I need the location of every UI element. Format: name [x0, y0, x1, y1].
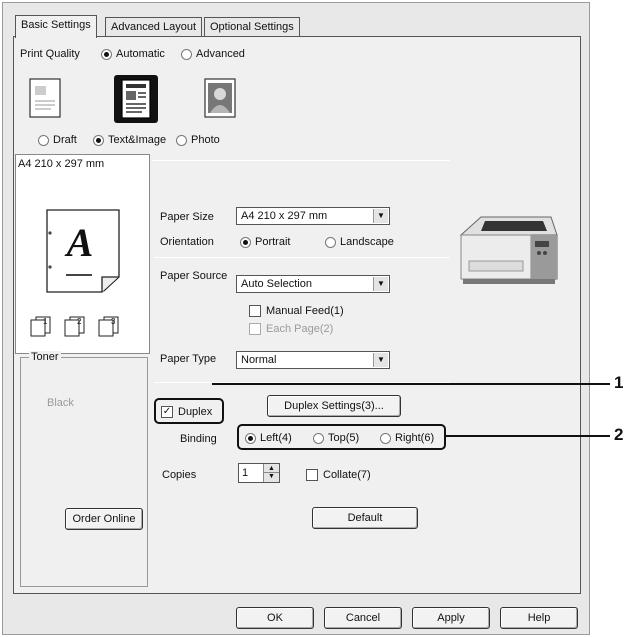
landscape-label: Landscape: [340, 236, 394, 248]
binding-left-radio[interactable]: [245, 433, 256, 444]
text-image-radio[interactable]: [93, 135, 104, 146]
paper-type-select[interactable]: Normal ▼: [236, 351, 390, 369]
tab-optional-settings[interactable]: Optional Settings: [204, 17, 300, 37]
page-order-number: 3: [111, 317, 116, 326]
paper-size-select[interactable]: A4 210 x 297 mm ▼: [236, 207, 390, 225]
binding-label: Binding: [180, 433, 217, 445]
copies-value: 1: [242, 467, 249, 479]
landscape-radio[interactable]: [325, 237, 336, 248]
toner-group: Toner Black Order Online: [20, 351, 148, 587]
duplex-callout: [154, 398, 224, 424]
page-order-icon: 1: [28, 315, 54, 340]
portrait-radio[interactable]: [240, 237, 251, 248]
spinner[interactable]: ▲ ▼: [263, 464, 279, 482]
page-order-icon: 3: [96, 315, 122, 340]
help-button[interactable]: Help: [500, 607, 578, 629]
manual-feed-checkbox[interactable]: [249, 305, 261, 317]
manual-feed-label: Manual Feed(1): [266, 305, 344, 317]
apply-button[interactable]: Apply: [412, 607, 490, 629]
page-order-number: 2: [77, 317, 82, 326]
paper-size-value: A4 210 x 297 mm: [241, 210, 328, 222]
advanced-label: Advanced: [196, 48, 245, 60]
chevron-up-icon[interactable]: ▲: [264, 464, 279, 473]
automatic-label: Automatic: [116, 48, 165, 60]
paper-size-label: Paper Size: [160, 211, 214, 223]
chevron-down-icon[interactable]: ▼: [373, 277, 388, 291]
paper-source-select[interactable]: Auto Selection ▼: [236, 275, 390, 293]
paper-type-value: Normal: [241, 354, 277, 366]
draft-icon[interactable]: [26, 77, 66, 121]
printer-icon: [451, 207, 563, 289]
each-page-label: Each Page(2): [266, 323, 334, 335]
portrait-label: Portrait: [255, 236, 291, 248]
callout-number-2: 2: [614, 425, 624, 444]
collate-checkbox[interactable]: [306, 469, 318, 481]
binding-top-radio[interactable]: [313, 433, 324, 444]
toner-color-label: Black: [47, 397, 74, 409]
divider: [154, 257, 450, 258]
preview-letter: A: [66, 220, 94, 265]
chevron-down-icon[interactable]: ▼: [264, 473, 279, 481]
binding-right-radio[interactable]: [380, 433, 391, 444]
photo-radio[interactable]: [176, 135, 187, 146]
divider: [152, 160, 450, 161]
copies-label: Copies: [162, 469, 197, 481]
callout-number-1: 1: [614, 373, 624, 392]
text-image-icon[interactable]: [114, 75, 158, 123]
binding-left-label: Left(4): [260, 432, 292, 444]
binding-right-label: Right(6): [395, 432, 435, 444]
text-image-label: Text&Image: [108, 134, 167, 146]
collate-label: Collate(7): [323, 469, 371, 481]
page-order-icons: 1 2 3: [28, 315, 148, 339]
callout-line-2: [445, 435, 610, 437]
ok-button[interactable]: OK: [236, 607, 314, 629]
photo-label: Photo: [191, 134, 220, 146]
paper-source-value: Auto Selection: [241, 278, 312, 290]
chevron-down-icon[interactable]: ▼: [373, 209, 388, 223]
toner-legend: Toner: [29, 351, 61, 363]
advanced-radio[interactable]: [181, 49, 192, 60]
page-order-number: 1: [43, 317, 48, 326]
page-preview: A4 210 x 297 mm A 1 2 3: [15, 154, 150, 354]
printer-properties-window: Basic Settings Advanced Layout Optional …: [2, 2, 590, 635]
duplex-settings-button[interactable]: Duplex Settings(3)...: [267, 395, 401, 417]
preview-size-label: A4 210 x 297 mm: [18, 158, 105, 170]
draft-label: Draft: [53, 134, 77, 146]
automatic-radio[interactable]: [101, 49, 112, 60]
orientation-label: Orientation: [160, 236, 214, 248]
draft-radio[interactable]: [38, 135, 49, 146]
default-button[interactable]: Default: [312, 507, 418, 529]
chevron-down-icon[interactable]: ▼: [373, 353, 388, 367]
paper-source-label: Paper Source: [160, 270, 228, 282]
callout-line-1: [212, 383, 610, 385]
basic-settings-panel: Print Quality Automatic Advanced Draft T…: [13, 36, 581, 594]
cancel-button[interactable]: Cancel: [324, 607, 402, 629]
tab-basic-settings[interactable]: Basic Settings: [15, 15, 97, 38]
paper-type-label: Paper Type: [160, 353, 217, 365]
order-online-button[interactable]: Order Online: [65, 508, 143, 530]
binding-top-label: Top(5): [328, 432, 360, 444]
print-quality-label: Print Quality: [20, 48, 80, 60]
copies-stepper[interactable]: 1 ▲ ▼: [238, 463, 280, 483]
tab-advanced-layout[interactable]: Advanced Layout: [105, 17, 203, 37]
page-order-icon: 2: [62, 315, 88, 340]
photo-icon[interactable]: [201, 77, 241, 121]
each-page-checkbox[interactable]: [249, 323, 261, 335]
